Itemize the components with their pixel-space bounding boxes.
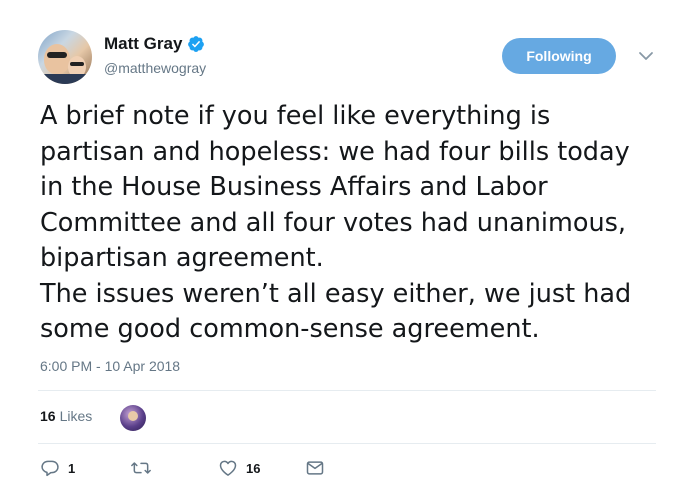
verified-badge-icon (188, 36, 205, 52)
author-name-row[interactable]: Matt Gray (104, 34, 205, 54)
reply-count: 1 (68, 460, 76, 476)
reply-button[interactable]: 1 (40, 458, 75, 478)
display-name[interactable]: Matt Gray (104, 34, 182, 54)
likes-label: Likes (59, 408, 93, 424)
heart-icon (219, 460, 237, 476)
tweet-text: A brief note if you feel like everything… (40, 101, 632, 344)
divider (38, 443, 656, 444)
divider (38, 390, 656, 391)
retweet-button[interactable] (130, 458, 160, 478)
liker-avatar[interactable] (120, 405, 146, 431)
handle[interactable]: @matthewogray (104, 60, 206, 76)
like-count: 16 (246, 460, 261, 476)
avatar-sunglasses (47, 52, 67, 58)
avatar-child-sunglasses (70, 62, 84, 66)
reply-icon (41, 460, 59, 477)
retweet-icon (131, 462, 151, 474)
envelope-icon (306, 461, 324, 475)
tweet-timestamp[interactable]: 6:00 PM - 10 Apr 2018 (40, 358, 180, 374)
direct-message-button[interactable] (305, 458, 325, 478)
liker-avatar-face (128, 411, 138, 421)
like-button[interactable]: 16 (218, 458, 260, 478)
avatar-shirt (38, 74, 92, 84)
likes-stat[interactable]: 16 Likes (40, 408, 92, 424)
likes-count: 16 (40, 408, 56, 424)
avatar-face (44, 44, 70, 74)
chevron-down-icon[interactable] (636, 46, 656, 66)
avatar[interactable] (38, 30, 92, 84)
following-button[interactable]: Following (502, 38, 616, 74)
tweet-card: Matt Gray @matthewogray Following A brie… (0, 0, 695, 494)
